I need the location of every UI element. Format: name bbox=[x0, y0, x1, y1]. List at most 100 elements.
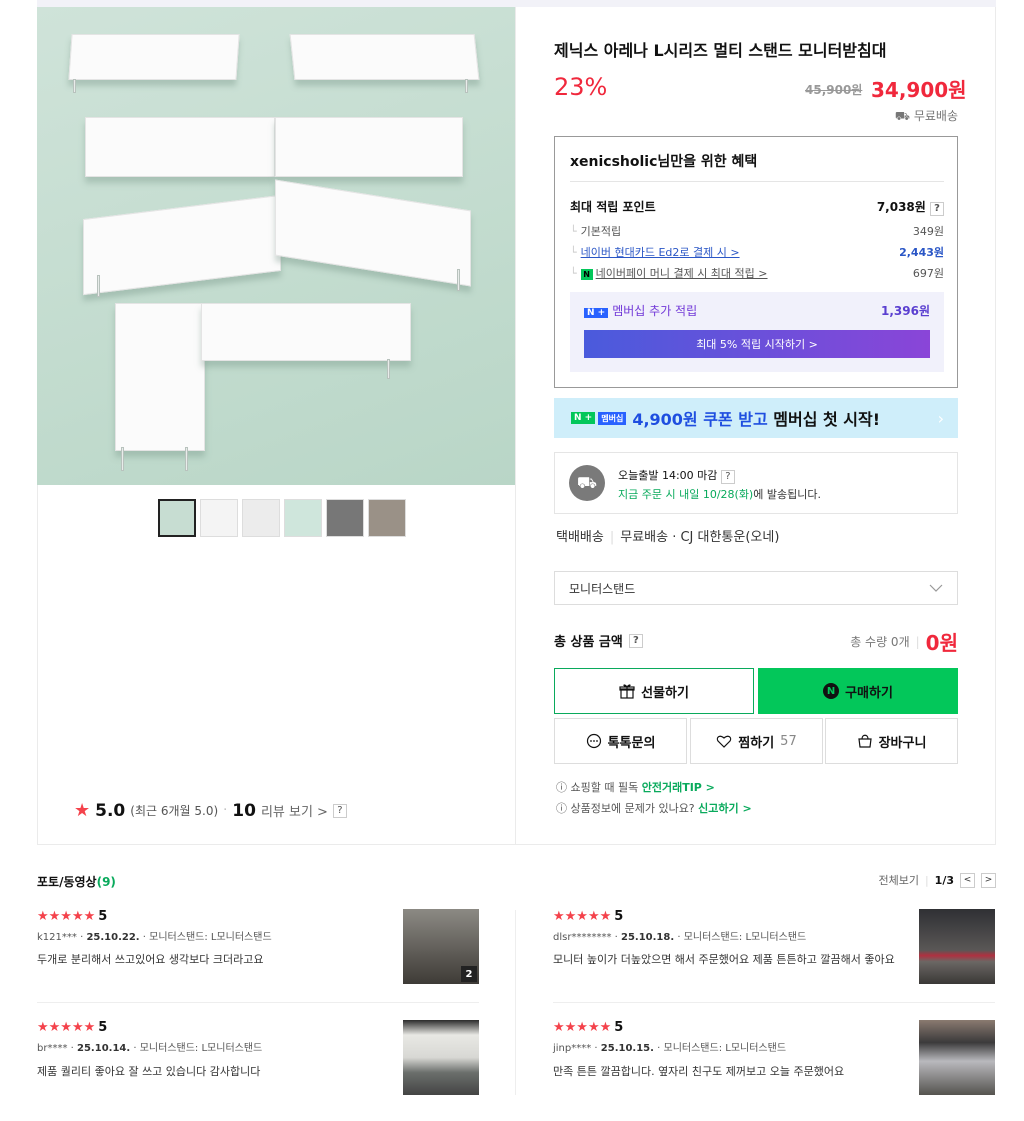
photo-review-title-text: 포토/동영상 bbox=[37, 875, 97, 889]
review-meta: br**** · 25.10.14. · 모니터스탠드: L모니터스탠드 bbox=[37, 1043, 263, 1054]
review-photo[interactable] bbox=[403, 1020, 479, 1095]
naverpay-icon: N bbox=[823, 683, 840, 699]
review-item[interactable]: ★★★★★ 5 dlsr******** · 25.10.18. · 모니터스탠드… bbox=[553, 909, 995, 989]
prev-page-button[interactable]: < bbox=[960, 872, 975, 888]
review-option: 모니터스탠드: L모니터스탠드 bbox=[139, 1043, 263, 1054]
review-meta: k121*** · 25.10.22. · 모니터스탠드: L모니터스탠드 bbox=[37, 932, 272, 943]
review-pagination: 전체보기 | 1/3 < > bbox=[878, 872, 996, 888]
review-meta: dlsr******** · 25.10.18. · 모니터스탠드: L모니터스… bbox=[553, 932, 807, 943]
desk-shape bbox=[68, 34, 240, 80]
review-photo[interactable] bbox=[919, 909, 995, 984]
product-main-image[interactable] bbox=[37, 7, 515, 485]
membership-value: 1,396원 bbox=[881, 304, 930, 318]
coupon-rest: 멤버십 첫 시작! bbox=[773, 410, 881, 429]
delivery-deadline-text: 오늘출발 14:00 마감 bbox=[618, 469, 718, 482]
membership-coupon-banner[interactable]: N + 멤버십 4,900원 쿠폰 받고 멤버십 첫 시작! › bbox=[554, 398, 958, 438]
max-point-row: 최대 적립 포인트 7,038원 ? bbox=[570, 198, 944, 216]
total-summary: 총 수량 0개 | 0원 bbox=[850, 627, 958, 656]
photo-review-title: 포토/동영상(9) bbox=[37, 873, 116, 890]
gift-icon bbox=[619, 684, 635, 699]
free-shipping-text: 무료배송 bbox=[913, 109, 958, 123]
view-all-link[interactable]: 전체보기 bbox=[878, 872, 918, 888]
review-item[interactable]: ★★★★★ 5 jinp**** · 25.10.15. · 모니터스탠드: L모… bbox=[553, 1020, 995, 1100]
review-item[interactable]: ★★★★★ 5 br**** · 25.10.14. · 모니터스탠드: L모니터… bbox=[37, 1020, 479, 1100]
desk-leg bbox=[465, 79, 468, 93]
desk-shape bbox=[201, 303, 411, 361]
safe-trade-text: 쇼핑할 때 필독 bbox=[570, 781, 639, 794]
cart-button[interactable]: 장바구니 bbox=[825, 718, 958, 764]
option-select[interactable]: 모니터스탠드 bbox=[554, 571, 958, 605]
talktalk-button[interactable]: 톡톡문의 bbox=[554, 718, 687, 764]
buy-button-label: 구매하기 bbox=[845, 685, 893, 701]
shipping-method-row: 택배배송 | 무료배송 · CJ 대한통운(오네) bbox=[556, 530, 780, 545]
max-point-label: 최대 적립 포인트 bbox=[570, 200, 656, 215]
chat-icon bbox=[586, 733, 601, 749]
wishlist-count: 57 bbox=[780, 733, 797, 749]
nplus-icon: N + bbox=[571, 412, 596, 424]
review-stars: ★★★★★ 5 bbox=[37, 1020, 107, 1035]
desk-shape bbox=[289, 34, 480, 80]
safe-trade-notice: ⓘ 쇼핑할 때 필독 안전거래TIP > bbox=[556, 779, 715, 795]
review-item[interactable]: ★★★★★ 5 k121*** · 25.10.22. · 모니터스탠드: L모니… bbox=[37, 909, 479, 989]
desk-leg bbox=[457, 269, 460, 291]
membership-start-button[interactable]: 최대 5% 적립 시작하기 > bbox=[584, 330, 930, 358]
divider bbox=[37, 1002, 479, 1003]
review-stars: ★★★★★ 5 bbox=[553, 1020, 623, 1035]
desk-leg bbox=[97, 275, 100, 297]
delivery-eta-rest: 에 발송됩니다. bbox=[753, 488, 821, 501]
card-benefit-link[interactable]: 네이버 현대카드 Ed2로 결제 시 > bbox=[581, 246, 740, 259]
help-icon[interactable]: ? bbox=[332, 803, 347, 818]
desk-shape bbox=[85, 117, 275, 177]
buy-button[interactable]: N 구매하기 bbox=[758, 668, 958, 714]
benefit-box: xenicsholic님만을 위한 혜택 최대 적립 포인트 7,038원 ? … bbox=[554, 136, 958, 388]
thumbnail[interactable] bbox=[284, 499, 322, 537]
gift-button[interactable]: 선물하기 bbox=[554, 668, 754, 714]
report-notice: ⓘ 상품정보에 문제가 있나요? 신고하기 > bbox=[556, 800, 752, 816]
point-row: └ 네이버 현대카드 Ed2로 결제 시 > 2,443원 bbox=[570, 246, 944, 259]
shipping-method: 택배배송 bbox=[556, 530, 604, 545]
thumbnail[interactable] bbox=[242, 499, 280, 537]
star-icon: ★ bbox=[74, 800, 91, 821]
total-label: 총 상품 금액 bbox=[554, 635, 623, 650]
wishlist-button[interactable]: 찜하기 57 bbox=[690, 718, 823, 764]
thumbnail[interactable] bbox=[158, 499, 196, 537]
photo-count-badge: 2 bbox=[461, 966, 477, 982]
desk-leg bbox=[73, 79, 76, 93]
review-text: 모니터 높이가 더높았으면 해서 주문했어요 제품 튼튼하고 깔끔해서 좋아요 bbox=[553, 953, 895, 966]
point-row-value: 697원 bbox=[912, 267, 944, 280]
point-row-value: 349원 bbox=[912, 225, 944, 238]
review-user: br**** bbox=[37, 1043, 68, 1054]
review-score: 5 bbox=[614, 1020, 624, 1035]
help-icon[interactable]: ? bbox=[720, 469, 735, 484]
review-score: 5 bbox=[614, 909, 624, 924]
thumbnail[interactable] bbox=[200, 499, 238, 537]
help-icon[interactable]: ? bbox=[628, 633, 643, 648]
total-price: 0원 bbox=[925, 631, 958, 655]
product-title: 제닉스 아레나 L시리즈 멀티 스탠드 모니터받침대 bbox=[554, 41, 887, 60]
review-photo[interactable]: 2 bbox=[403, 909, 479, 984]
rating-recent: (최근 6개월 5.0) bbox=[130, 804, 219, 818]
review-link[interactable]: 리뷰 보기 > bbox=[261, 801, 328, 820]
next-page-button[interactable]: > bbox=[981, 872, 996, 888]
desk-leg bbox=[185, 447, 188, 471]
delivery-eta: 지금 주문 시 내일 10/28(화)에 발송됩니다. bbox=[618, 486, 821, 502]
original-price: 45,900원 bbox=[805, 83, 863, 97]
review-text: 만족 튼튼 깔끔합니다. 옆자리 친구도 제꺼보고 오늘 주문했어요 bbox=[553, 1065, 845, 1078]
review-photo[interactable] bbox=[919, 1020, 995, 1095]
nplus-icon: N + bbox=[584, 308, 609, 318]
review-option: 모니터스탠드: L모니터스탠드 bbox=[683, 932, 807, 943]
thumbnail[interactable] bbox=[368, 499, 406, 537]
help-icon[interactable]: ? bbox=[930, 201, 944, 216]
report-link[interactable]: 신고하기 > bbox=[698, 802, 752, 815]
point-row: └ N 네이버페이 머니 결제 시 최대 적립 > 697원 bbox=[570, 267, 944, 280]
review-date: 25.10.14. bbox=[77, 1043, 131, 1054]
truck-icon: ⛟ bbox=[894, 109, 910, 123]
membership-badge: 멤버십 bbox=[598, 411, 627, 425]
npay-benefit-link[interactable]: 네이버페이 머니 결제 시 최대 적립 > bbox=[596, 267, 768, 280]
thumbnail[interactable] bbox=[326, 499, 364, 537]
truck-icon: ⛟ bbox=[569, 465, 605, 501]
discount-rate: 23% bbox=[554, 73, 608, 101]
delivery-deadline: 오늘출발 14:00 마감 ? bbox=[618, 467, 735, 484]
shipping-detail: 무료배송 · CJ 대한통운(오네) bbox=[620, 530, 780, 545]
safe-trade-link[interactable]: 안전거래TIP > bbox=[642, 781, 715, 794]
